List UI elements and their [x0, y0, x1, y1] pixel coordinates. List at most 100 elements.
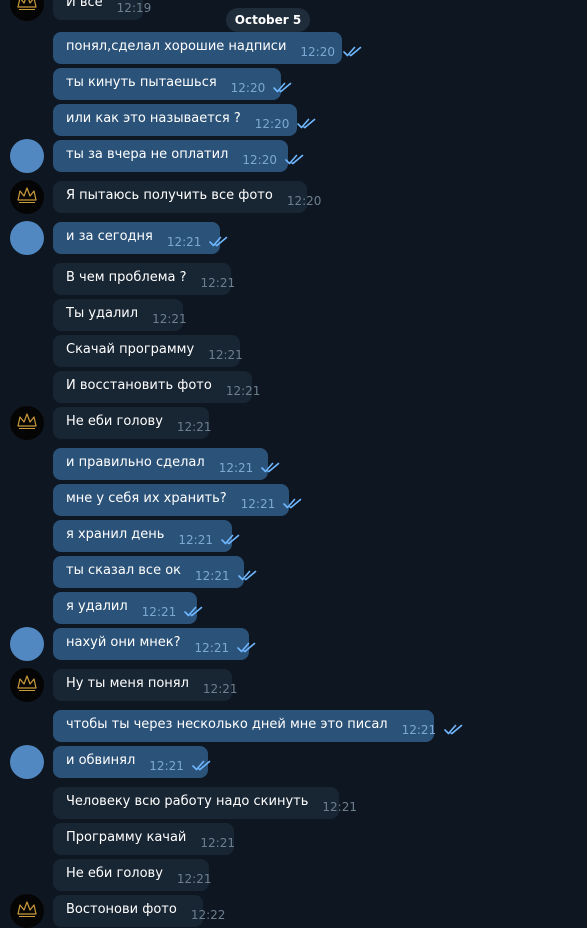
message-text: Востонови фото [66, 902, 177, 917]
outgoing-message[interactable]: ты за вчера не оплатил 12:20 [53, 140, 304, 172]
contact-logo-avatar[interactable] [10, 894, 44, 928]
message-time: 12:21 [240, 496, 276, 511]
read-receipt-icon [444, 724, 463, 734]
user-avatar[interactable] [10, 745, 44, 779]
message-text: Программу качай [66, 830, 187, 845]
message-text: Ты удалил [66, 306, 139, 321]
message-time: 12:21 [178, 532, 213, 547]
message-text: ты сказал все ок [66, 563, 182, 578]
read-receipt-icon [209, 236, 228, 246]
read-receipt [209, 232, 228, 251]
read-receipt-icon [184, 606, 203, 616]
message-time: 12:20 [286, 193, 322, 208]
read-receipt-icon [283, 498, 302, 508]
chat-message-list[interactable]: И все 12:19 понял,сделал хорошие надписи 12… [0, 0, 587, 928]
read-receipt [237, 566, 257, 585]
contact-logo-avatar[interactable] [10, 406, 44, 440]
outgoing-message[interactable]: или как это называется ? 12:20 [53, 104, 316, 136]
message-text: Не еби голову [66, 866, 163, 881]
read-receipt-icon [261, 462, 280, 472]
read-receipt [283, 494, 302, 513]
message-text: чтобы ты через несколько дней мне это пи… [66, 717, 388, 732]
incoming-message[interactable]: Ну ты меня понял 12:21 [53, 669, 238, 701]
contact-logo-avatar[interactable] [10, 0, 44, 21]
incoming-message[interactable]: Не еби голову 12:21 [53, 407, 212, 439]
read-receipt [297, 114, 316, 133]
incoming-message[interactable]: Программу качай 12:21 [53, 823, 235, 855]
read-receipt-icon [221, 534, 240, 544]
message-text: или как это называется ? [66, 111, 241, 126]
message-time: 12:21 [195, 568, 230, 583]
outgoing-message[interactable]: я хранил день 12:21 [53, 520, 240, 552]
user-avatar[interactable] [10, 221, 44, 255]
outgoing-message[interactable]: и обвинял 12:21 [53, 746, 211, 778]
outgoing-message[interactable]: и за сегодня 12:21 [53, 222, 228, 254]
message-time: 12:21 [218, 460, 254, 475]
message-text: и обвинял [66, 753, 136, 768]
read-receipt-icon [237, 642, 256, 652]
message-time: 12:20 [300, 44, 335, 59]
read-receipt [221, 530, 240, 549]
outgoing-message[interactable]: нахуй они мнек? 12:21 [53, 628, 256, 660]
outgoing-message[interactable]: я удалил 12:21 [53, 592, 203, 624]
read-receipt-icon [297, 118, 316, 128]
message-text: В чем проблема ? [66, 270, 187, 285]
message-time: 12:21 [401, 722, 437, 737]
outgoing-message[interactable]: ты кинуть пытаешься 12:20 [53, 68, 292, 100]
message-text: и правильно сделал [66, 455, 205, 470]
read-receipt [273, 78, 292, 97]
message-text: Я пытаюсь получить все фото [66, 188, 273, 203]
read-receipt [444, 720, 463, 739]
read-receipt-icon [285, 154, 304, 164]
incoming-message[interactable]: Не еби голову 12:21 [53, 859, 212, 891]
message-text: Скачай программу [66, 342, 195, 357]
message-text: я хранил день [66, 527, 165, 542]
message-time: 12:21 [149, 758, 184, 773]
read-receipt [184, 602, 203, 621]
contact-logo-avatar[interactable] [10, 180, 44, 214]
message-time: 12:21 [200, 835, 235, 850]
message-time: 12:21 [322, 799, 357, 814]
message-text: я удалил [66, 599, 128, 614]
outgoing-message[interactable]: мне у себя их хранить? 12:21 [53, 484, 302, 516]
message-text: мне у себя их хранить? [66, 491, 227, 506]
outgoing-message[interactable]: чтобы ты через несколько дней мне это пи… [53, 710, 463, 742]
message-time: 12:21 [208, 347, 243, 362]
incoming-message[interactable]: В чем проблема ? 12:21 [53, 263, 235, 295]
read-receipt-icon [192, 760, 211, 770]
message-text: Человеку всю работу надо скинуть [66, 794, 309, 809]
read-receipt-icon [343, 46, 362, 56]
read-receipt [343, 42, 362, 61]
date-separator: October 5 [226, 8, 310, 32]
message-time: 12:21 [200, 275, 236, 290]
incoming-message[interactable]: И восстановить фото 12:21 [53, 371, 260, 403]
outgoing-message[interactable]: понял,сделал хорошие надписи 12:20 [53, 32, 362, 64]
read-receipt [285, 150, 304, 169]
message-time: 12:21 [225, 383, 261, 398]
incoming-message[interactable]: Человеку всю работу надо скинуть 12:21 [53, 787, 357, 819]
incoming-message[interactable]: Я пытаюсь получить все фото 12:20 [53, 181, 321, 213]
message-time: 12:22 [190, 907, 226, 922]
message-time: 12:21 [176, 419, 212, 434]
message-text: понял,сделал хорошие надписи [66, 39, 287, 54]
message-time: 12:21 [176, 871, 212, 886]
message-time: 12:20 [242, 152, 277, 167]
user-avatar[interactable] [10, 139, 44, 173]
message-text: И восстановить фото [66, 378, 212, 393]
message-time: 12:21 [166, 234, 202, 249]
message-time: 12:21 [141, 604, 177, 619]
message-text: ты кинуть пытаешься [66, 75, 217, 90]
message-time: 12:21 [152, 311, 187, 326]
incoming-message[interactable]: Скачай программу 12:21 [53, 335, 243, 367]
incoming-message[interactable]: Ты удалил 12:21 [53, 299, 187, 331]
contact-logo-avatar[interactable] [10, 668, 44, 702]
outgoing-message[interactable]: ты сказал все ок 12:21 [53, 556, 256, 588]
outgoing-message[interactable]: и правильно сделал 12:21 [53, 448, 280, 480]
message-text: Не еби голову [66, 414, 163, 429]
read-receipt [192, 756, 211, 775]
message-time: 12:21 [202, 681, 238, 696]
incoming-message[interactable]: И все 12:19 [53, 0, 151, 20]
message-text: нахуй они мнек? [66, 635, 181, 650]
incoming-message[interactable]: Востонови фото 12:22 [53, 895, 225, 927]
user-avatar[interactable] [10, 627, 44, 661]
